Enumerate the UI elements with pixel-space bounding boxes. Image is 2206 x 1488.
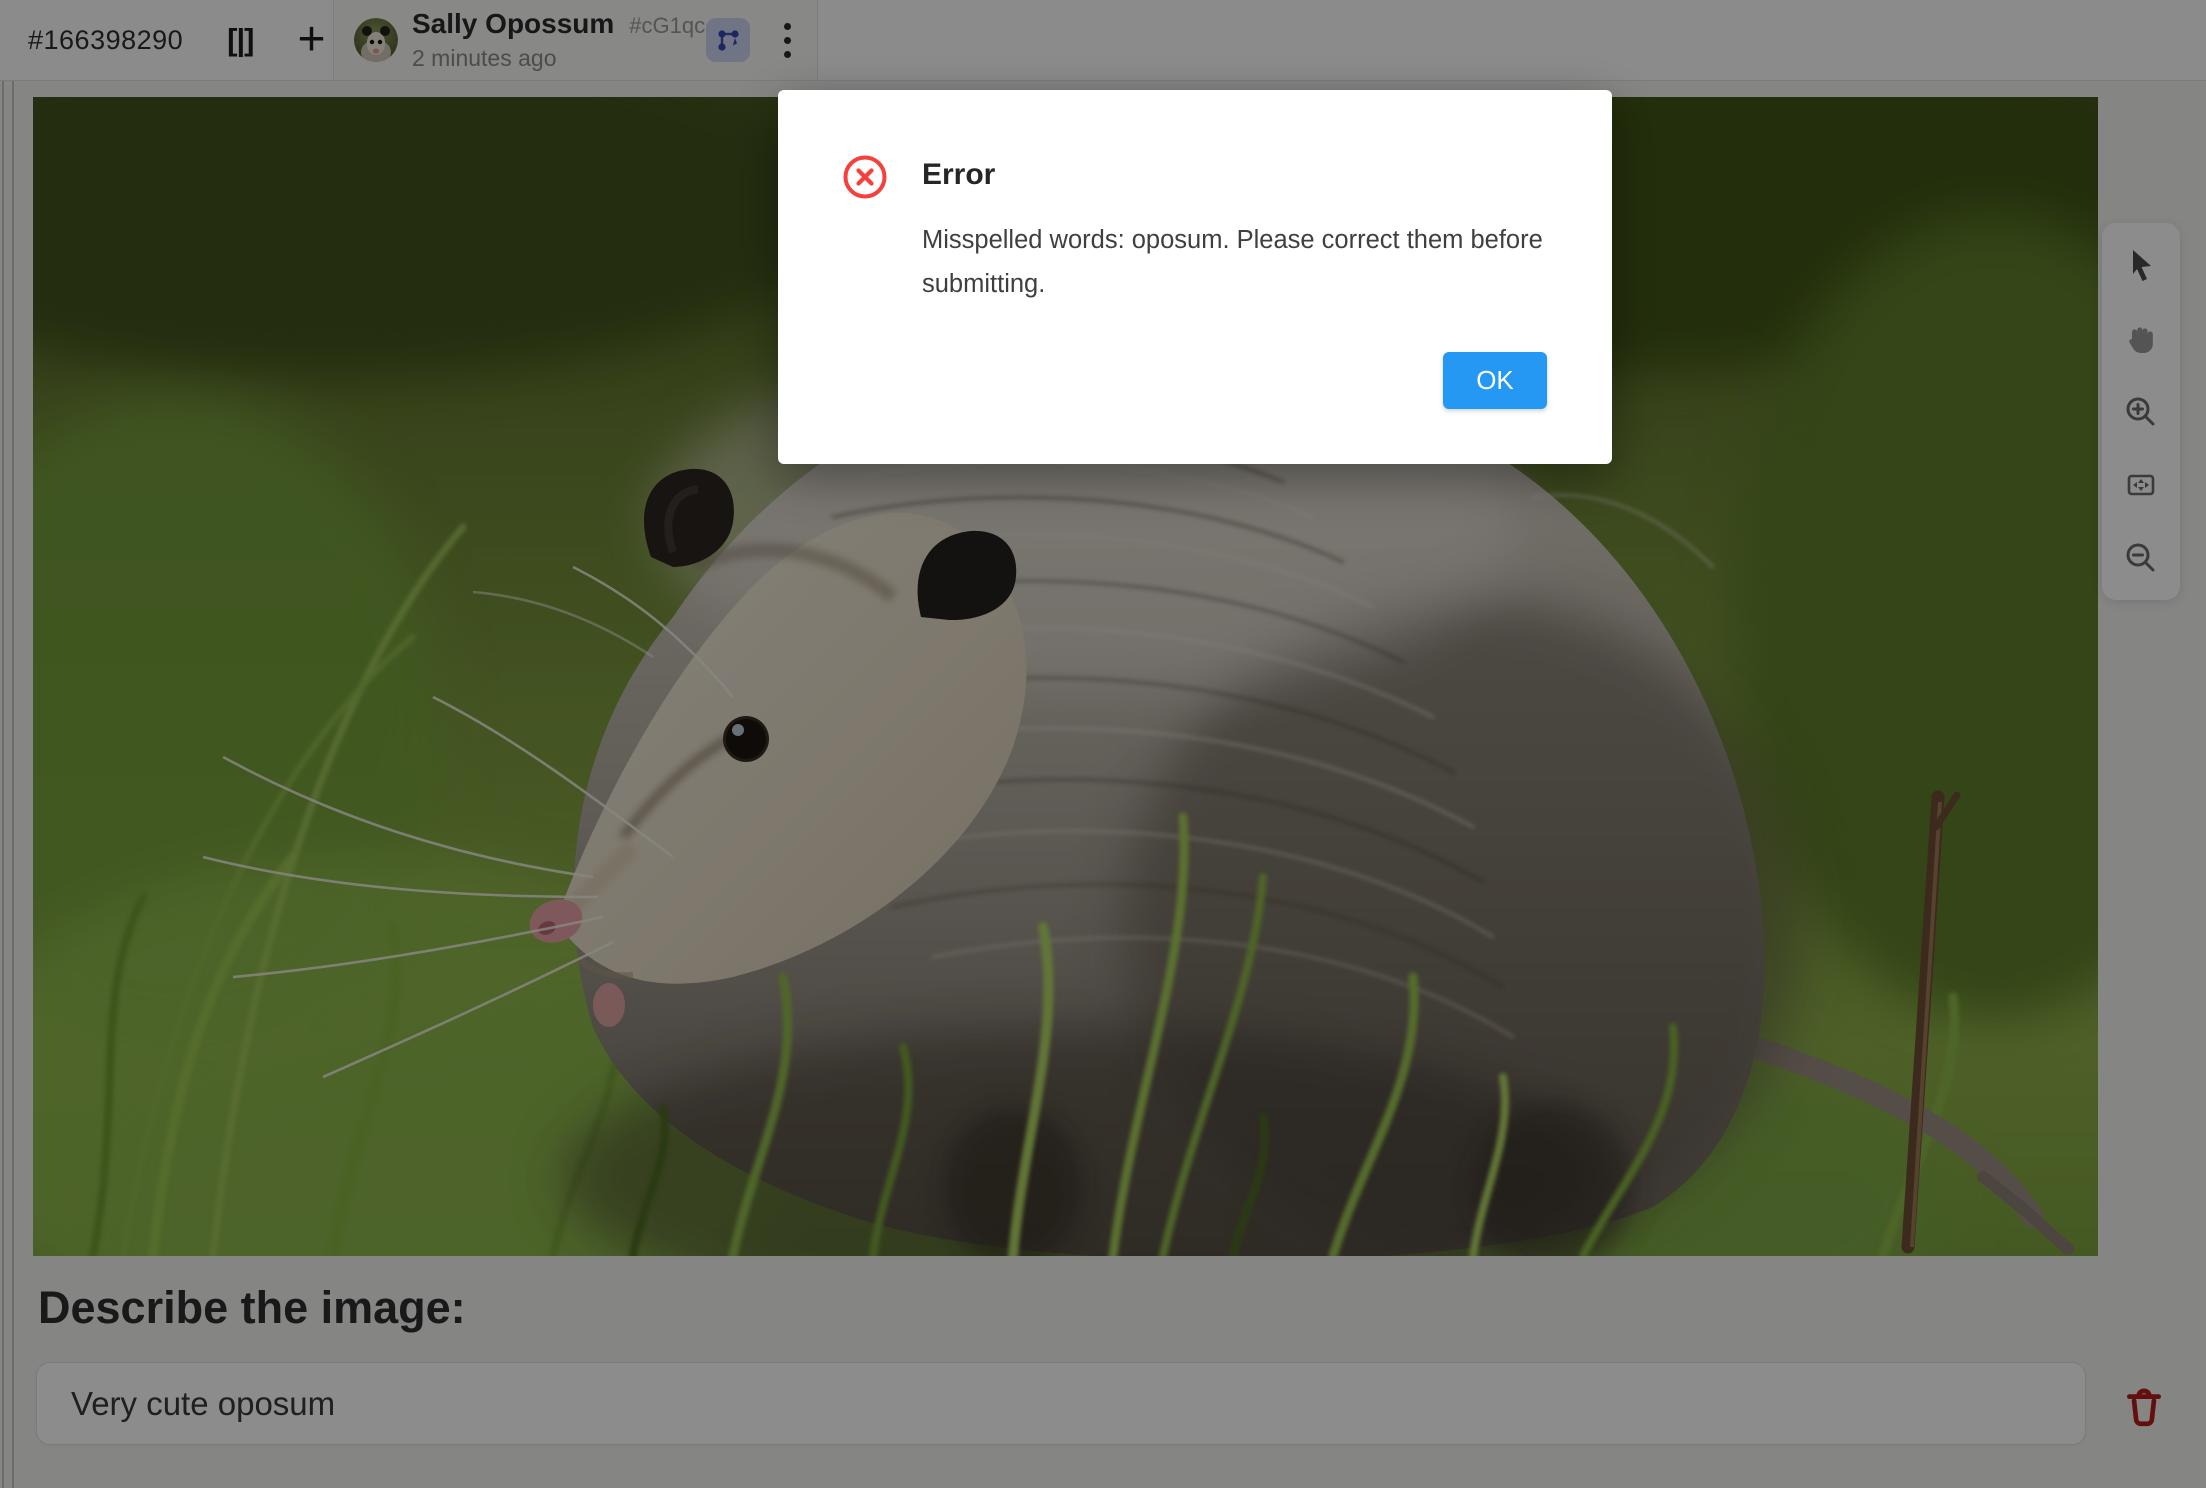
- error-modal-message: Misspelled words: oposum. Please correct…: [922, 218, 1547, 306]
- ok-button[interactable]: OK: [1443, 352, 1547, 409]
- label-studio-page: #166398290 [|] +: [0, 0, 2206, 1488]
- error-modal-title: Error: [922, 158, 995, 192]
- error-modal: Error Misspelled words: oposum. Please c…: [778, 90, 1612, 464]
- error-circle-x-icon: [842, 154, 888, 200]
